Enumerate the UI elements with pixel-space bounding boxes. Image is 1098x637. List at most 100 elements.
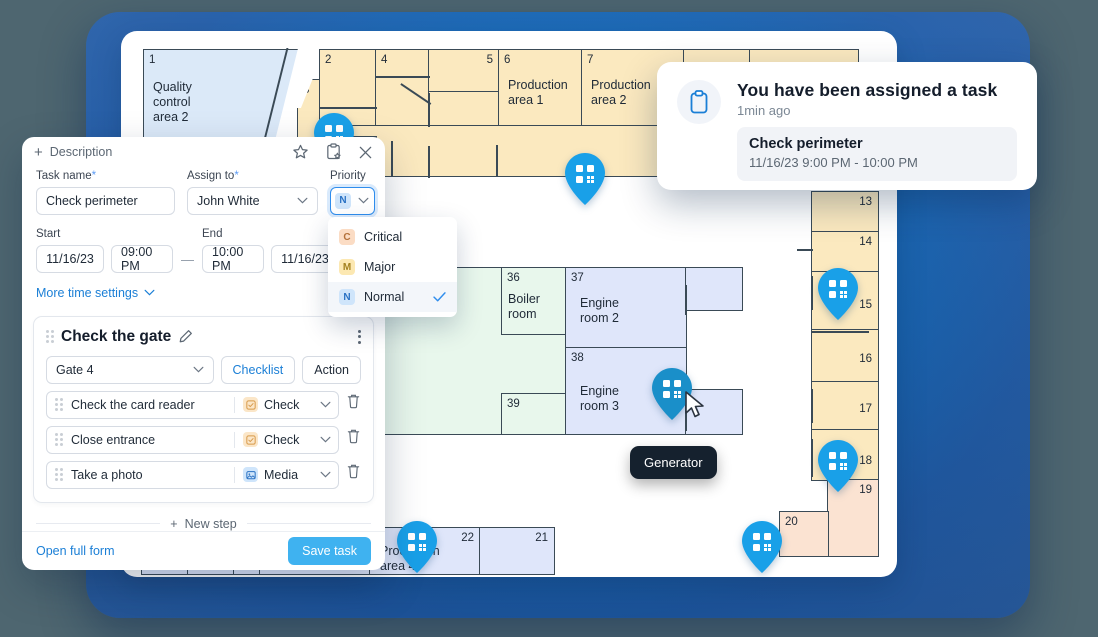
room-label: Engine room 2 bbox=[580, 296, 619, 325]
kebab-menu-icon[interactable] bbox=[358, 329, 361, 344]
task-panel-header: + Description bbox=[22, 141, 385, 164]
priority-badge-critical: C bbox=[339, 229, 355, 245]
room-20[interactable]: 20 bbox=[779, 511, 829, 557]
task-panel[interactable]: + Description Task name* Check perimeter… bbox=[22, 137, 457, 570]
room-39[interactable]: 39 bbox=[501, 393, 567, 435]
qr-pin-room-15[interactable] bbox=[818, 268, 858, 320]
wall bbox=[375, 76, 430, 78]
drag-handle-icon[interactable] bbox=[55, 398, 63, 412]
room-number: 13 bbox=[859, 196, 872, 208]
start-date-value: 11/16/23 bbox=[46, 251, 94, 266]
qr-pin-room-18[interactable] bbox=[818, 440, 858, 492]
room-number: 5 bbox=[486, 54, 493, 66]
gate-value: Gate 4 bbox=[56, 362, 94, 377]
room-5[interactable]: 5 bbox=[428, 49, 500, 93]
delete-step-icon[interactable] bbox=[346, 463, 361, 479]
notification-task-block[interactable]: Check perimeter 11/16/23 9:00 PM - 10:00… bbox=[737, 127, 1017, 181]
open-full-form-link[interactable]: Open full form bbox=[36, 544, 115, 558]
room-number: 20 bbox=[785, 516, 798, 528]
room-4[interactable]: 4 bbox=[375, 49, 430, 127]
task-name-input[interactable]: Check perimeter bbox=[36, 186, 175, 215]
save-task-button[interactable]: Save task bbox=[288, 536, 371, 565]
add-description-button[interactable]: + Description bbox=[34, 145, 112, 160]
priority-option-critical[interactable]: C Critical bbox=[328, 222, 457, 252]
action-button[interactable]: Action bbox=[302, 355, 361, 384]
gate-row: Gate 4 Checklist Action bbox=[46, 355, 361, 384]
wall bbox=[811, 276, 813, 310]
delete-step-icon[interactable] bbox=[346, 428, 361, 444]
end-field-group: End 10:00 PM 11/16/23 bbox=[202, 228, 339, 273]
room-37-annex[interactable] bbox=[685, 267, 743, 311]
step-row: Close entrance Check bbox=[46, 419, 361, 454]
drag-handle-icon[interactable] bbox=[55, 433, 63, 447]
drag-handle-icon[interactable] bbox=[46, 330, 54, 344]
room-37[interactable]: 37 Engine room 2 bbox=[565, 267, 687, 349]
room-21[interactable]: 21 bbox=[479, 527, 555, 575]
notification-title: You have been assigned a task bbox=[737, 80, 998, 100]
room-number: 37 bbox=[571, 272, 584, 284]
room-5-lower[interactable] bbox=[428, 91, 500, 127]
step-row: Check the card reader Check bbox=[46, 384, 361, 419]
task-name-field-group: Task name* Check perimeter bbox=[36, 170, 175, 215]
notification-task-name: Check perimeter bbox=[749, 136, 863, 152]
priority-option-label: Critical bbox=[364, 230, 403, 244]
room-36[interactable]: 36 Boiler room bbox=[501, 267, 567, 335]
room-16[interactable]: 16 bbox=[811, 329, 879, 383]
pencil-icon[interactable] bbox=[178, 329, 193, 344]
step-type-label: Check bbox=[264, 397, 300, 412]
notification-card[interactable]: You have been assigned a task 1min ago C… bbox=[657, 62, 1037, 190]
room-13[interactable]: 13 bbox=[811, 191, 879, 233]
assign-to-select[interactable]: John White bbox=[187, 186, 318, 215]
clipboard-star-icon[interactable] bbox=[325, 143, 342, 161]
end-time-input[interactable]: 10:00 PM bbox=[202, 244, 264, 273]
wall bbox=[685, 285, 687, 315]
checklist-step[interactable]: Close entrance Check bbox=[46, 425, 339, 454]
checklist-card[interactable]: Check the gate Gate 4 Checklist Action C… bbox=[33, 315, 374, 503]
room-number: 22 bbox=[461, 532, 474, 544]
drag-handle-icon[interactable] bbox=[55, 468, 63, 482]
start-label: Start bbox=[36, 227, 61, 240]
assign-to-value: John White bbox=[197, 193, 260, 208]
qr-pin-production-2[interactable] bbox=[565, 153, 605, 205]
step-type-select[interactable]: Check bbox=[243, 432, 335, 448]
task-panel-footer: Open full form Save task bbox=[22, 530, 385, 570]
step-type-label: Check bbox=[264, 432, 300, 447]
priority-option-normal[interactable]: N Normal bbox=[328, 282, 457, 312]
room-14[interactable]: 14 bbox=[811, 231, 879, 273]
checklist-step[interactable]: Take a photo Media bbox=[46, 460, 339, 489]
task-name-value: Check perimeter bbox=[46, 193, 138, 208]
close-icon[interactable] bbox=[358, 145, 373, 160]
qr-pin-room-21[interactable] bbox=[742, 521, 782, 573]
step-type-select[interactable]: Media bbox=[243, 467, 335, 483]
step-name: Close entrance bbox=[71, 432, 156, 447]
more-time-settings-link[interactable]: More time settings bbox=[36, 286, 371, 300]
check-icon bbox=[243, 432, 258, 448]
notification-body: You have been assigned a task 1min ago C… bbox=[737, 80, 1017, 181]
step-row: Take a photo Media bbox=[46, 454, 361, 489]
checklist-step[interactable]: Check the card reader Check bbox=[46, 390, 339, 419]
priority-option-label: Major bbox=[364, 260, 396, 274]
checklist-header: Check the gate bbox=[46, 328, 361, 346]
priority-dropdown[interactable]: C Critical M Major N Normal bbox=[328, 217, 457, 317]
checkmark-icon bbox=[433, 292, 446, 302]
priority-option-major[interactable]: M Major bbox=[328, 252, 457, 282]
new-step-button[interactable]: + New step bbox=[170, 517, 236, 531]
step-type-select[interactable]: Check bbox=[243, 397, 335, 413]
gate-select[interactable]: Gate 4 bbox=[46, 355, 214, 384]
room-17[interactable]: 17 bbox=[811, 381, 879, 431]
check-icon bbox=[243, 397, 258, 413]
required-marker: * bbox=[91, 169, 97, 182]
checklist-button[interactable]: Checklist bbox=[220, 355, 296, 384]
chevron-down-icon bbox=[144, 289, 155, 296]
start-time-input[interactable]: 09:00 PM bbox=[111, 244, 173, 273]
delete-step-icon[interactable] bbox=[346, 393, 361, 409]
start-date-input[interactable]: 11/16/23 bbox=[36, 244, 104, 273]
room-number: 36 bbox=[507, 272, 520, 284]
priority-select[interactable]: N bbox=[330, 186, 375, 215]
star-icon[interactable] bbox=[292, 144, 309, 161]
priority-badge-normal: N bbox=[339, 289, 355, 305]
checklist-title: Check the gate bbox=[61, 327, 172, 345]
qr-pin-room-25[interactable] bbox=[397, 521, 437, 573]
room-number: 1 bbox=[149, 54, 156, 66]
wall bbox=[319, 107, 377, 109]
